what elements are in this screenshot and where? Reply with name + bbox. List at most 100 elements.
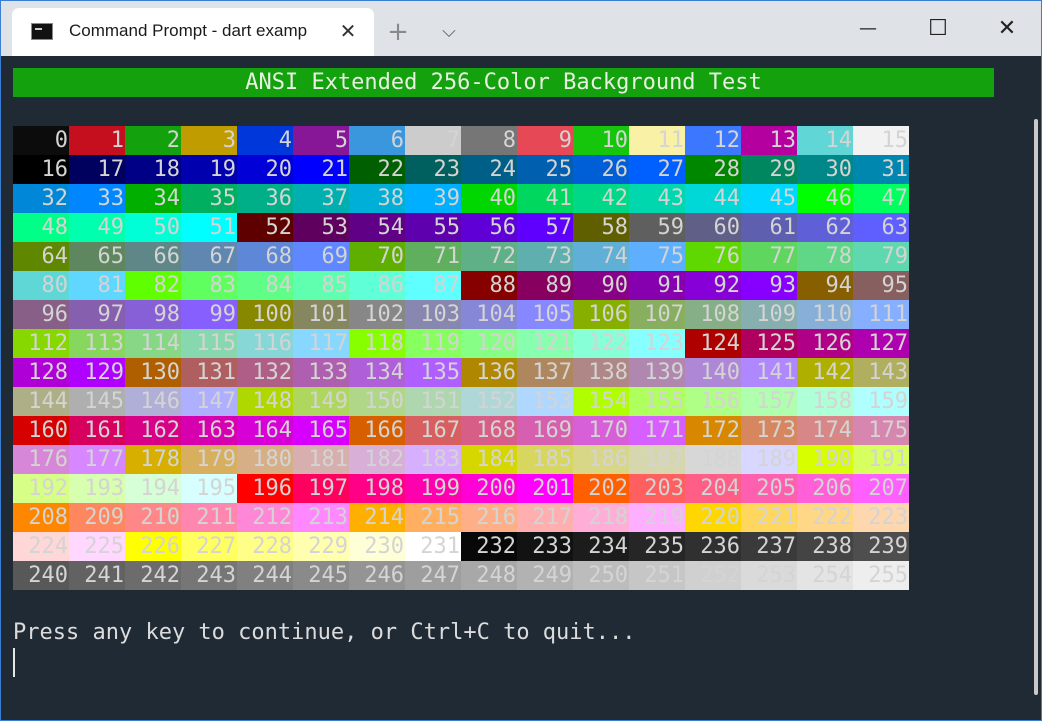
color-cell-63: 63	[853, 213, 909, 242]
color-cell-158: 158	[797, 387, 853, 416]
color-cell-219: 219	[629, 503, 685, 532]
color-cell-59: 59	[629, 213, 685, 242]
color-cell-81: 81	[69, 271, 125, 300]
color-cell-113: 113	[69, 329, 125, 358]
maximize-button[interactable]: ☐	[915, 11, 961, 47]
color-cell-103: 103	[405, 300, 461, 329]
color-cell-73: 73	[517, 242, 573, 271]
color-cell-165: 165	[293, 416, 349, 445]
color-cell-241: 241	[69, 561, 125, 590]
color-cell-41: 41	[517, 184, 573, 213]
color-cell-36: 36	[237, 184, 293, 213]
color-cell-248: 248	[461, 561, 517, 590]
color-cell-198: 198	[349, 474, 405, 503]
color-cell-98: 98	[125, 300, 181, 329]
color-cell-71: 71	[405, 242, 461, 271]
color-cell-129: 129	[69, 358, 125, 387]
color-cell-147: 147	[181, 387, 237, 416]
color-cell-16: 16	[13, 155, 69, 184]
color-cell-163: 163	[181, 416, 237, 445]
color-cell-149: 149	[293, 387, 349, 416]
color-cell-100: 100	[237, 300, 293, 329]
color-cell-46: 46	[797, 184, 853, 213]
color-cell-58: 58	[573, 213, 629, 242]
color-cell-77: 77	[741, 242, 797, 271]
color-cell-55: 55	[405, 213, 461, 242]
color-cell-154: 154	[573, 387, 629, 416]
tab-command-prompt[interactable]: Command Prompt - dart examp ✕	[12, 8, 374, 56]
color-cell-35: 35	[181, 184, 237, 213]
color-cell-159: 159	[853, 387, 909, 416]
tab-dropdown-chevron-icon[interactable]: ⌵	[434, 17, 464, 47]
color-cell-139: 139	[629, 358, 685, 387]
color-cell-20: 20	[237, 155, 293, 184]
color-cell-162: 162	[125, 416, 181, 445]
color-cell-156: 156	[685, 387, 741, 416]
color-cell-138: 138	[573, 358, 629, 387]
color-cell-26: 26	[573, 155, 629, 184]
color-cell-155: 155	[629, 387, 685, 416]
color-cell-148: 148	[237, 387, 293, 416]
color-cell-119: 119	[405, 329, 461, 358]
minimize-button[interactable]: —	[845, 11, 891, 47]
color-cell-45: 45	[741, 184, 797, 213]
color-cell-4: 4	[237, 126, 293, 155]
new-tab-plus-icon[interactable]: +	[383, 17, 413, 47]
color-cell-166: 166	[349, 416, 405, 445]
color-cell-123: 123	[629, 329, 685, 358]
color-cell-172: 172	[685, 416, 741, 445]
color-cell-89: 89	[517, 271, 573, 300]
color-cell-34: 34	[125, 184, 181, 213]
tab-close-icon[interactable]: ✕	[337, 20, 359, 42]
scrollbar[interactable]	[1034, 119, 1038, 695]
color-cell-210: 210	[125, 503, 181, 532]
color-cell-49: 49	[69, 213, 125, 242]
color-cell-120: 120	[461, 329, 517, 358]
color-cell-112: 112	[13, 329, 69, 358]
color-cell-30: 30	[797, 155, 853, 184]
color-cell-255: 255	[853, 561, 909, 590]
color-cell-91: 91	[629, 271, 685, 300]
color-cell-253: 253	[741, 561, 797, 590]
color-cell-25: 25	[517, 155, 573, 184]
color-cell-27: 27	[629, 155, 685, 184]
color-cell-51: 51	[181, 213, 237, 242]
color-cell-40: 40	[461, 184, 517, 213]
color-cell-88: 88	[461, 271, 517, 300]
color-cell-56: 56	[461, 213, 517, 242]
color-cell-229: 229	[293, 532, 349, 561]
color-cell-146: 146	[125, 387, 181, 416]
color-cell-184: 184	[461, 445, 517, 474]
color-cell-65: 65	[69, 242, 125, 271]
color-cell-87: 87	[405, 271, 461, 300]
color-cell-42: 42	[573, 184, 629, 213]
color-cell-134: 134	[349, 358, 405, 387]
color-cell-231: 231	[405, 532, 461, 561]
color-cell-245: 245	[293, 561, 349, 590]
color-cell-173: 173	[741, 416, 797, 445]
color-cell-130: 130	[125, 358, 181, 387]
color-cell-226: 226	[125, 532, 181, 561]
color-cell-157: 157	[741, 387, 797, 416]
color-cell-171: 171	[629, 416, 685, 445]
color-cell-10: 10	[573, 126, 629, 155]
color-cell-208: 208	[13, 503, 69, 532]
color-cell-142: 142	[797, 358, 853, 387]
color-cell-32: 32	[13, 184, 69, 213]
color-cell-190: 190	[797, 445, 853, 474]
color-cell-28: 28	[685, 155, 741, 184]
color-cell-189: 189	[741, 445, 797, 474]
color-cell-101: 101	[293, 300, 349, 329]
color-cell-227: 227	[181, 532, 237, 561]
color-cell-244: 244	[237, 561, 293, 590]
color-cell-83: 83	[181, 271, 237, 300]
color-cell-209: 209	[69, 503, 125, 532]
color-cell-38: 38	[349, 184, 405, 213]
color-cell-125: 125	[741, 329, 797, 358]
terminal-content[interactable]: ANSI Extended 256-Color Background Test …	[1, 56, 1041, 720]
color-cell-57: 57	[517, 213, 573, 242]
color-cell-150: 150	[349, 387, 405, 416]
close-window-button[interactable]: ✕	[984, 11, 1030, 47]
color-cell-99: 99	[181, 300, 237, 329]
color-cell-216: 216	[461, 503, 517, 532]
